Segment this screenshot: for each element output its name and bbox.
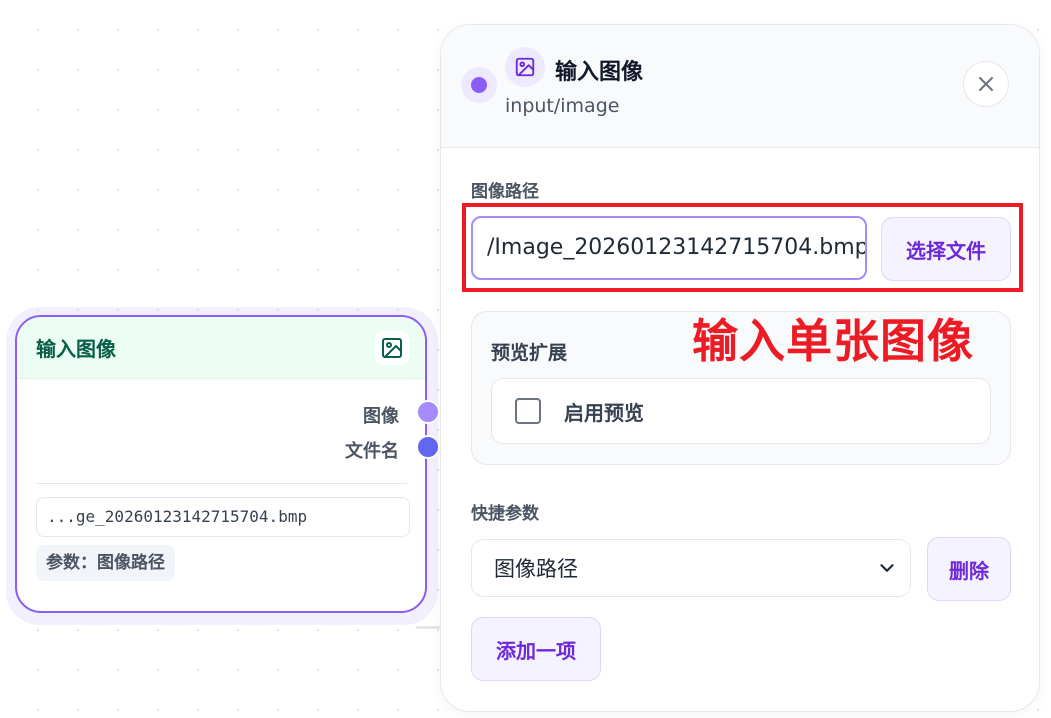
quick-param-selected: 图像路径 (494, 557, 578, 581)
image-icon (375, 330, 409, 365)
node-properties-panel: 输入图像 input/image 图像路径 /Image_20260123142… (440, 24, 1040, 712)
delete-button[interactable]: 删除 (927, 537, 1011, 601)
output-row-image: 图像 (363, 402, 409, 428)
preview-extension-title: 预览扩展 (491, 342, 568, 364)
chevron-down-icon (880, 564, 894, 572)
output-port-image[interactable] (416, 400, 440, 424)
add-item-button[interactable]: 添加一项 (471, 617, 601, 681)
node-param-tag: 参数：图像路径 (36, 545, 175, 581)
image-path-label: 图像路径 (471, 182, 539, 202)
panel-header: 输入图像 input/image (441, 25, 1039, 148)
node-title: 输入图像 (36, 337, 116, 361)
annotation-text: 输入单张图像 (692, 314, 974, 368)
input-image-node[interactable]: 输入图像 图像 文件名 ...ge_20260123142715704.bmp … (15, 315, 427, 613)
node-path-preview: ...ge_20260123142715704.bmp (36, 497, 410, 537)
node-status-indicator (461, 67, 497, 103)
enable-preview-checkbox[interactable] (515, 398, 541, 424)
enable-preview-label: 启用预览 (564, 400, 644, 425)
edge-stub (416, 626, 442, 629)
output-label-image: 图像 (363, 406, 399, 427)
image-icon (505, 47, 545, 87)
node-divider (36, 483, 407, 484)
panel-subtitle: input/image (505, 95, 620, 117)
enable-preview-row[interactable]: 启用预览 (491, 378, 991, 444)
output-row-filename: 文件名 (345, 437, 409, 463)
quick-param-select[interactable]: 图像路径 (471, 539, 911, 597)
close-button[interactable] (963, 61, 1009, 107)
output-label-filename: 文件名 (345, 441, 399, 462)
status-dot (471, 77, 487, 93)
close-icon (979, 77, 993, 91)
output-port-filename[interactable] (416, 435, 440, 459)
annotation-highlight-box (462, 203, 1023, 292)
quick-params-label: 快捷参数 (471, 504, 539, 524)
panel-title: 输入图像 (555, 60, 644, 85)
node-header[interactable]: 输入图像 (17, 317, 425, 379)
